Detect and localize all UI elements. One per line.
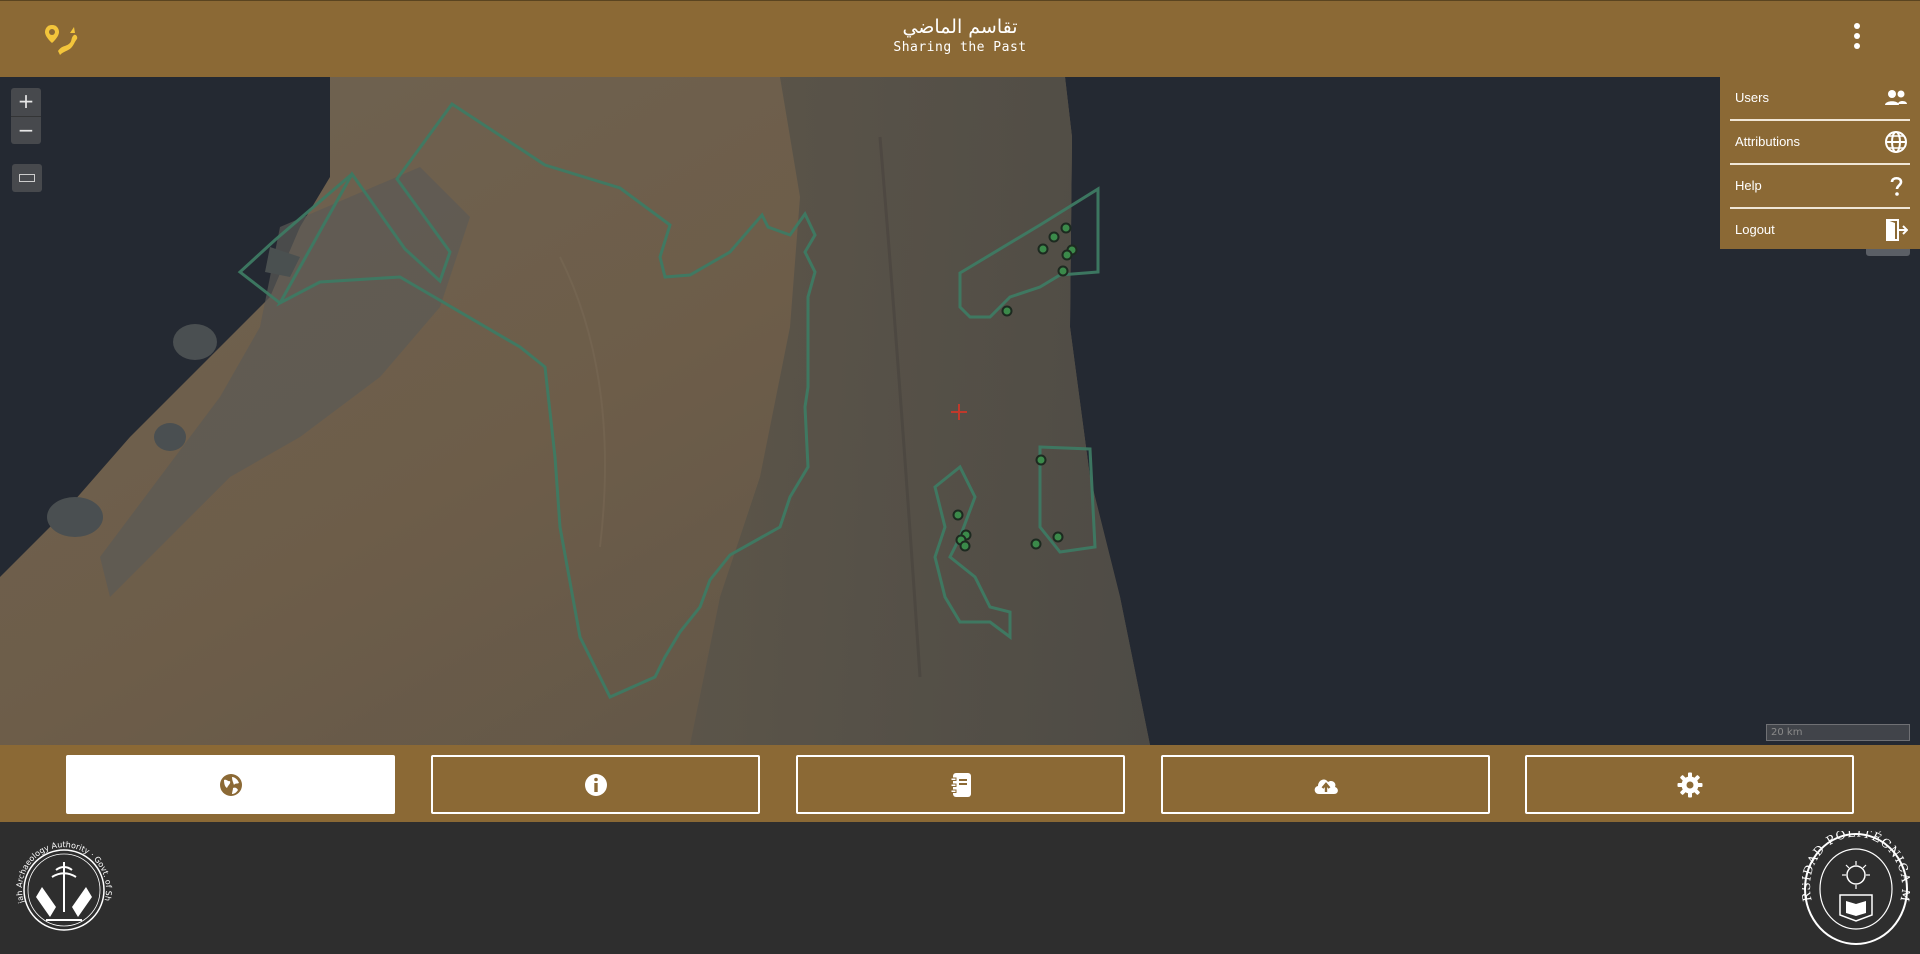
right-seal-text: UNIVERSIDAD POLITÉCNICA MADRID bbox=[1802, 831, 1910, 903]
ruler-icon[interactable] bbox=[12, 164, 42, 192]
sharjah-archaeology-seal: Sharjah Archaeology Authority · Govt. of… bbox=[6, 832, 113, 931]
globe-icon bbox=[219, 773, 242, 796]
cloud-upload-icon bbox=[1314, 778, 1338, 794]
notebook-icon bbox=[950, 772, 971, 797]
title-english: Sharing the Past bbox=[893, 40, 1027, 55]
footer: Sharjah Archaeology Authority · Govt. of… bbox=[0, 822, 1920, 954]
menu-item-attributions[interactable]: Attributions bbox=[1730, 119, 1910, 161]
globe-icon bbox=[1885, 131, 1907, 153]
menu-item-label: Logout bbox=[1735, 222, 1775, 237]
scale-bar: 20 km bbox=[1766, 724, 1910, 741]
app-header: تقاسم الماضي Sharing the Past bbox=[0, 0, 1920, 77]
upm-university-seal: UNIVERSIDAD POLITÉCNICA MADRID bbox=[1802, 831, 1910, 945]
bottom-nav bbox=[0, 745, 1920, 822]
user-menu: Users Attributions Help Logout bbox=[1720, 77, 1920, 249]
menu-item-label: Attributions bbox=[1735, 134, 1801, 149]
tab-info[interactable] bbox=[431, 755, 760, 814]
app-title: تقاسم الماضي Sharing the Past bbox=[0, 15, 1920, 57]
gear-icon bbox=[1677, 772, 1702, 797]
map-view[interactable] bbox=[0, 77, 1920, 745]
zoom-out-button[interactable]: − bbox=[11, 116, 41, 144]
zoom-control: + − bbox=[11, 88, 41, 144]
logout-icon bbox=[1886, 219, 1908, 241]
question-icon bbox=[1890, 176, 1903, 196]
tab-upload[interactable] bbox=[1161, 755, 1490, 814]
menu-item-help[interactable]: Help bbox=[1730, 163, 1910, 205]
menu-item-label: Help bbox=[1735, 178, 1762, 193]
tab-settings[interactable] bbox=[1525, 755, 1854, 814]
menu-item-users[interactable]: Users bbox=[1730, 77, 1910, 119]
info-icon bbox=[584, 773, 607, 796]
menu-item-logout[interactable]: Logout bbox=[1730, 207, 1910, 249]
users-icon bbox=[1885, 90, 1907, 105]
satellite-map[interactable] bbox=[0, 77, 1920, 745]
title-arabic: تقاسم الماضي bbox=[902, 16, 1018, 38]
kebab-menu-icon[interactable] bbox=[1850, 23, 1864, 55]
tab-notebook[interactable] bbox=[796, 755, 1125, 814]
menu-item-label: Users bbox=[1735, 90, 1769, 105]
zoom-in-button[interactable]: + bbox=[11, 88, 41, 116]
tab-map[interactable] bbox=[66, 755, 395, 814]
menu-tab bbox=[1866, 249, 1910, 256]
